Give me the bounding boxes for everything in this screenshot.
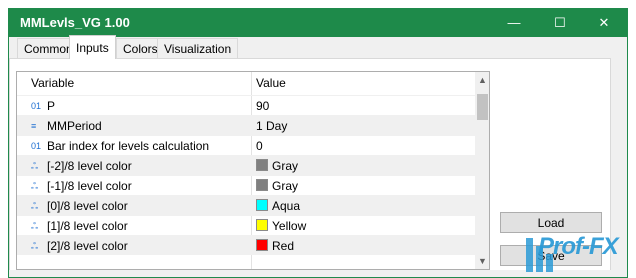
vertical-scrollbar[interactable]: ▲ ▼	[475, 72, 489, 269]
grid-row-bar-index[interactable]: 01 Bar index for levels calculation 0	[17, 135, 475, 155]
grid-header: Variable Value	[17, 72, 475, 96]
close-button[interactable]: ✕	[581, 9, 627, 37]
int-icon: 01	[31, 141, 42, 151]
inputs-grid[interactable]: Variable Value 01 P 90 ≡ MMPeriod 1 Day …	[16, 71, 490, 270]
scroll-thumb[interactable]	[477, 94, 488, 120]
variable-name: [2]/8 level color	[47, 239, 128, 253]
variable-value[interactable]: 0	[256, 139, 263, 153]
variable-value[interactable]: 1 Day	[256, 119, 287, 133]
variable-name: P	[47, 99, 56, 113]
color-swatch[interactable]	[256, 179, 268, 191]
column-header-value[interactable]: Value	[256, 76, 286, 90]
variable-value[interactable]: Gray	[272, 179, 298, 193]
color-swatch[interactable]	[256, 239, 268, 251]
variable-value[interactable]: Aqua	[272, 199, 300, 213]
color-icon: ஃ	[31, 221, 39, 231]
scroll-up-arrow-icon[interactable]: ▲	[475, 72, 489, 88]
grid-row-level-m2-color[interactable]: ஃ [-2]/8 level color Gray	[17, 155, 475, 175]
color-swatch[interactable]	[256, 219, 268, 231]
minimize-button[interactable]: —	[491, 9, 537, 37]
color-icon: ஃ	[31, 241, 39, 251]
watermark-bar	[526, 238, 533, 272]
tab-inputs[interactable]: Inputs	[69, 35, 116, 59]
color-icon: ஃ	[31, 161, 39, 171]
maximize-button[interactable]: ☐	[537, 9, 583, 37]
variable-name: [-1]/8 level color	[47, 179, 132, 193]
variable-name: [-2]/8 level color	[47, 159, 132, 173]
variable-name: MMPeriod	[47, 119, 102, 133]
watermark-logo: Prof-FX	[538, 233, 619, 260]
grid-row-level-0-color[interactable]: ஃ [0]/8 level color Aqua	[17, 195, 475, 215]
grid-row-p[interactable]: 01 P 90	[17, 95, 475, 115]
variable-value[interactable]: Gray	[272, 159, 298, 173]
color-swatch[interactable]	[256, 199, 268, 211]
variable-value[interactable]: 90	[256, 99, 269, 113]
color-swatch[interactable]	[256, 159, 268, 171]
variable-value[interactable]: Yellow	[272, 219, 306, 233]
title-bar[interactable]: MMLevls_VG 1.00 — ☐ ✕	[9, 9, 627, 37]
variable-name: Bar index for levels calculation	[47, 139, 210, 153]
grid-row-level-1-color[interactable]: ஃ [1]/8 level color Yellow	[17, 215, 475, 235]
variable-name: [0]/8 level color	[47, 199, 128, 213]
tab-visualization[interactable]: Visualization	[157, 38, 239, 58]
column-header-variable[interactable]: Variable	[31, 76, 74, 90]
variable-name: [1]/8 level color	[47, 219, 128, 233]
window-title: MMLevls_VG 1.00	[20, 15, 130, 30]
enum-icon: ≡	[31, 121, 37, 131]
grid-row-level-2-color[interactable]: ஃ [2]/8 level color Red	[17, 235, 475, 255]
variable-value[interactable]: Red	[272, 239, 294, 253]
load-button[interactable]: Load	[500, 212, 602, 233]
grid-row-level-m1-color[interactable]: ஃ [-1]/8 level color Gray	[17, 175, 475, 195]
color-icon: ஃ	[31, 181, 39, 191]
grid-row-mmperiod[interactable]: ≡ MMPeriod 1 Day	[17, 115, 475, 135]
scroll-down-arrow-icon[interactable]: ▼	[475, 253, 489, 269]
color-icon: ஃ	[31, 201, 39, 211]
int-icon: 01	[31, 101, 42, 111]
